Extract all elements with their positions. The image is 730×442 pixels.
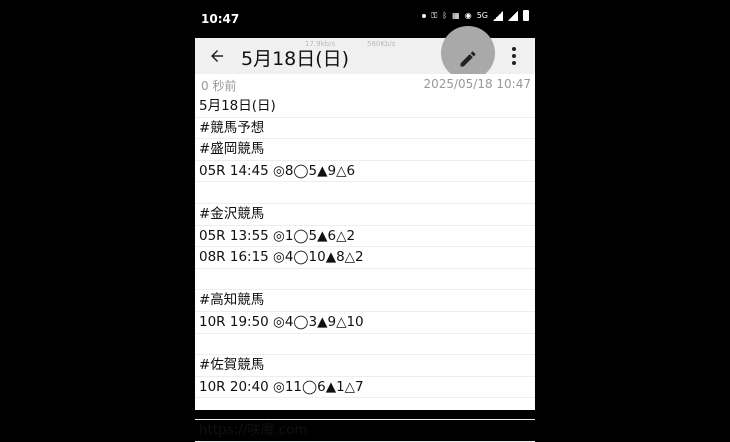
note-line: 10R 19:50 ◎4◯3▲9△10 [195,312,535,334]
note-line: #金沢競馬 [195,204,535,226]
signal-icon-2 [508,10,518,21]
note-line: #高知競馬 [195,290,535,312]
phone-screen: 10:47 ⚿ ᛒ ▦ ◉ 5G 5月18日(日) 17.9kb/s 560Kb… [195,0,535,442]
status-time: 10:47 [201,12,240,26]
note-line: #盛岡競馬 [195,139,535,161]
page-title: 5月18日(日) [241,48,350,70]
note-body[interactable]: 5月18日(日) #競馬予想 #盛岡競馬 05R 14:45 ◎8◯5▲9△6 … [195,96,535,442]
note-content[interactable]: 0 秒前 2025/05/18 10:47 5月18日(日) #競馬予想 #盛岡… [195,74,535,442]
note-line: 05R 13:55 ◎1◯5▲6△2 [195,226,535,248]
note-line: 05R 14:45 ◎8◯5▲9△6 [195,161,535,183]
pencil-icon [460,51,476,67]
note-line [195,182,535,204]
notification-dot-icon [422,13,427,18]
hotspot-icon: ◉ [464,11,472,20]
key-icon: ⚿ [431,10,438,20]
note-line: 5月18日(日) [195,96,535,118]
battery-icon [523,10,529,21]
more-button[interactable] [503,44,525,68]
volte-icon: ▦ [452,11,460,20]
overlay-speed-text: 17.9kb/s [305,40,336,48]
back-button[interactable] [203,42,231,70]
note-line [195,334,535,356]
network-label: 5G [476,11,488,20]
note-line [195,398,535,420]
status-icons: ⚿ ᛒ ▦ ◉ 5G [422,10,529,21]
app-bar: 5月18日(日) 17.9kb/s 560Kb/s [195,26,535,80]
arrow-left-icon [211,50,223,62]
note-line: 10R 20:40 ◎11◯6▲1△7 [195,377,535,399]
note-line: https://咲庵.com [195,420,535,442]
note-line: 08R 16:15 ◎4◯10▲8△2 [195,247,535,269]
note-line: #佐賀競馬 [195,355,535,377]
more-vert-icon [512,47,516,51]
overlay-speed-text-2: 560Kb/s [367,40,396,48]
signal-icon [493,10,503,21]
relative-time: 0 秒前 [201,79,237,93]
note-line [195,269,535,291]
timestamp: 2025/05/18 10:47 [423,77,531,91]
edit-button[interactable] [441,26,495,80]
bluetooth-icon: ᛒ [442,11,448,20]
note-line: #競馬予想 [195,118,535,140]
